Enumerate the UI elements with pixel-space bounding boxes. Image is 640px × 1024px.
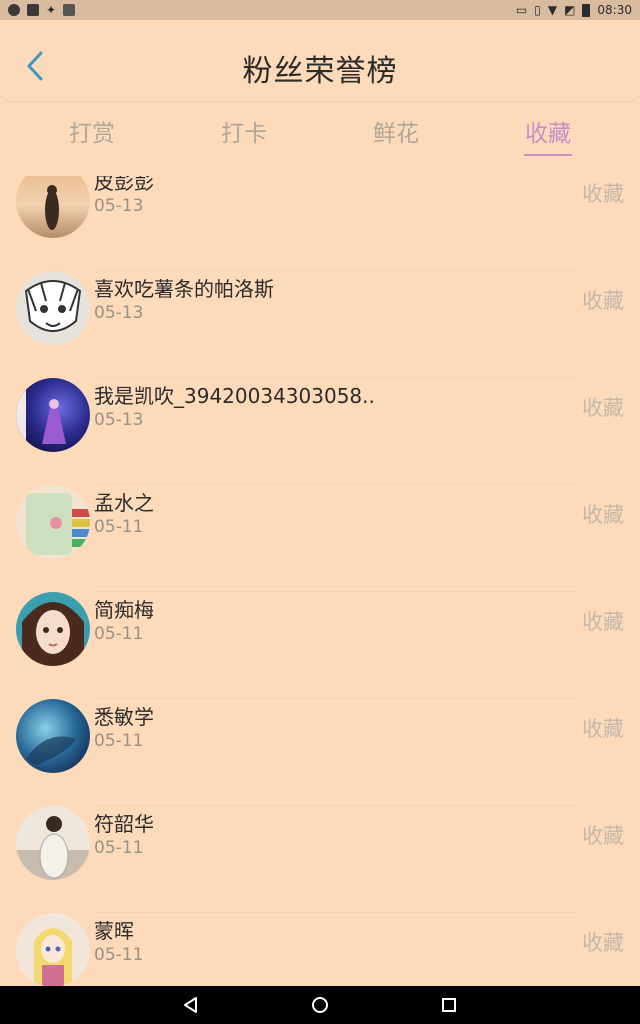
item-date: 05-11 (94, 517, 144, 537)
list-item[interactable]: 悉敏学 05-11 收藏 (0, 699, 640, 806)
home-circle-icon[interactable] (309, 994, 331, 1016)
avatar (16, 485, 90, 559)
favorite-label: 收藏 (582, 182, 624, 206)
user-name: 喜欢吃薯条的帕洛斯 (94, 277, 274, 301)
gallery-icon (63, 4, 76, 16)
tab-flowers[interactable]: 鲜花 (320, 104, 472, 160)
tab-label: 打赏 (69, 121, 115, 147)
user-name: 蒙晖 (94, 919, 134, 943)
status-bar: ✦ ▭ ▯ ▼ ◩ 08:30 (0, 0, 640, 20)
avatar (16, 913, 90, 986)
tab-favorites[interactable]: 收藏 (472, 104, 624, 160)
tab-bar: 打赏 打卡 鲜花 收藏 (0, 104, 640, 160)
favorite-label: 收藏 (582, 289, 624, 313)
avatar (16, 699, 90, 773)
user-name: 皮彭彭 (94, 176, 154, 194)
app-icon (8, 4, 20, 16)
cleaner-icon: ✦ (46, 3, 57, 17)
item-date: 05-13 (94, 303, 144, 323)
vibrate-icon: ▯ (534, 3, 541, 17)
header: 粉丝荣誉榜 (0, 20, 640, 102)
tab-checkin[interactable]: 打卡 (168, 104, 320, 160)
avatar (16, 271, 90, 345)
item-date: 05-13 (94, 410, 144, 430)
user-name: 悉敏学 (94, 705, 154, 729)
list-item[interactable]: 孟水之 05-11 收藏 (0, 485, 640, 592)
avatar (16, 176, 90, 238)
page-title: 粉丝荣誉榜 (242, 54, 398, 89)
list-item[interactable]: 蒙晖 05-11 收藏 (0, 913, 640, 986)
item-date: 05-13 (94, 196, 144, 216)
avatar (16, 378, 90, 452)
active-tab-indicator (524, 154, 572, 156)
cast-icon: ▭ (515, 3, 528, 17)
item-date: 05-11 (94, 838, 144, 858)
list-item[interactable]: 简痴梅 05-11 收藏 (0, 592, 640, 699)
favorite-label: 收藏 (582, 931, 624, 955)
wifi-icon: ▼ (547, 3, 558, 17)
status-left-icons: ✦ (8, 3, 76, 17)
back-triangle-icon[interactable] (180, 994, 202, 1016)
tab-label: 鲜花 (373, 121, 419, 147)
item-date: 05-11 (94, 945, 144, 965)
avatar (16, 592, 90, 666)
favorite-label: 收藏 (582, 396, 624, 420)
user-name: 孟水之 (94, 491, 154, 515)
favorite-label: 收藏 (582, 717, 624, 741)
tab-label: 收藏 (525, 121, 571, 147)
list-item[interactable]: 符韶华 05-11 收藏 (0, 806, 640, 913)
status-time: 08:30 (597, 3, 632, 17)
image-icon (27, 4, 39, 16)
list-item[interactable]: 喜欢吃薯条的帕洛斯 05-13 收藏 (0, 271, 640, 378)
user-name: 简痴梅 (94, 598, 154, 622)
user-name: 符韶华 (94, 812, 154, 836)
fan-list[interactable]: 皮彭彭 05-13 收藏 喜欢吃薯条的帕洛斯 05-13 收藏 我是凯吹_394… (0, 176, 640, 986)
favorite-label: 收藏 (582, 824, 624, 848)
list-item[interactable]: 我是凯吹_39420034303058.. 05-13 收藏 (0, 378, 640, 485)
recents-square-icon[interactable] (438, 994, 460, 1016)
list-item[interactable]: 皮彭彭 05-13 收藏 (0, 176, 640, 271)
user-name: 我是凯吹_39420034303058.. (94, 384, 375, 408)
battery-icon (582, 3, 591, 17)
no-sim-icon: ◩ (564, 3, 576, 17)
system-nav-bar (0, 986, 640, 1024)
favorite-label: 收藏 (582, 503, 624, 527)
status-right-icons: ▭ ▯ ▼ ◩ 08:30 (516, 3, 632, 17)
tab-label: 打卡 (221, 121, 267, 147)
favorite-label: 收藏 (582, 610, 624, 634)
tab-reward[interactable]: 打赏 (16, 104, 168, 160)
item-date: 05-11 (94, 731, 144, 751)
item-date: 05-11 (94, 624, 144, 644)
avatar (16, 806, 90, 880)
